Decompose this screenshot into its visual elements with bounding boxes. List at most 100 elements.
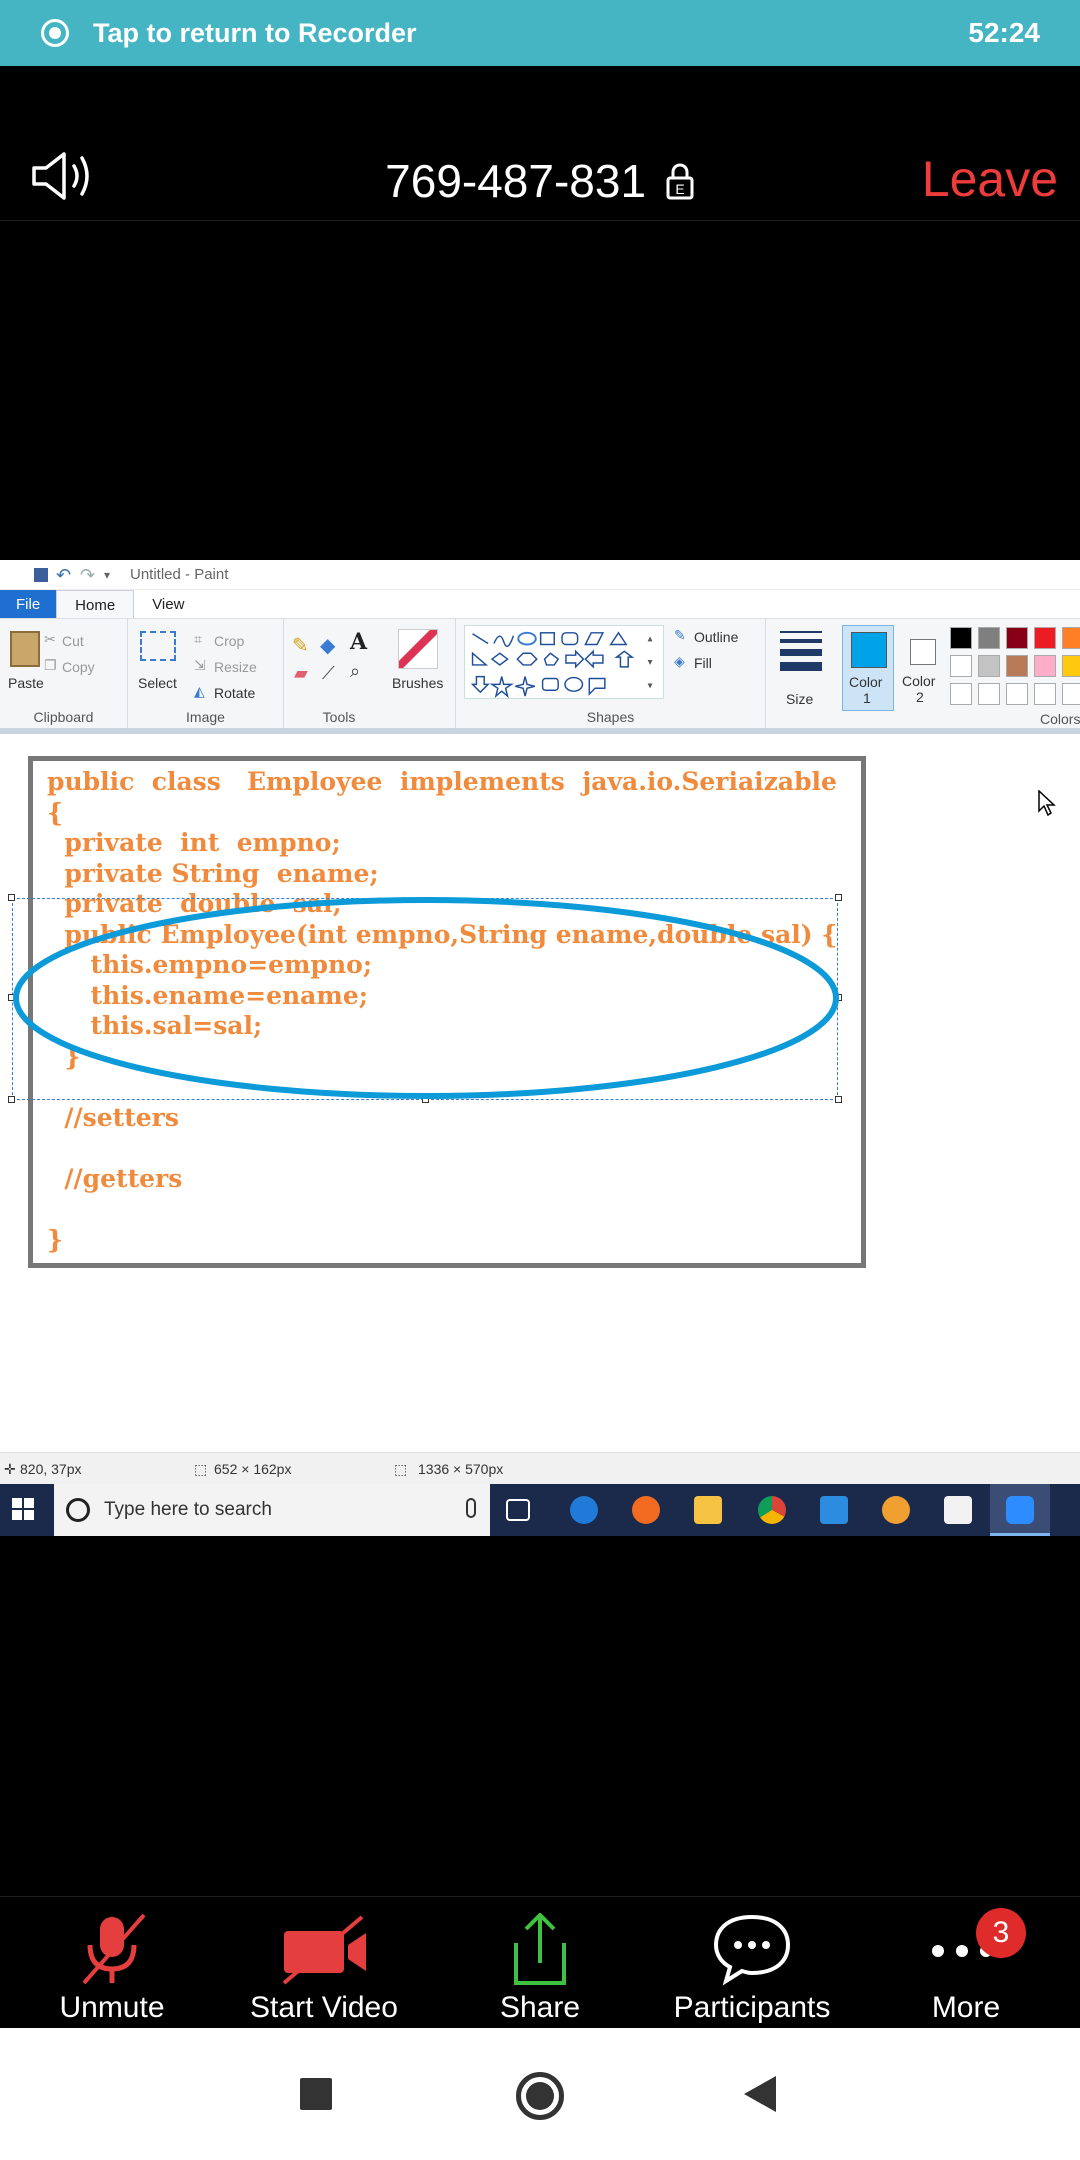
selection-size: 652 × 162px bbox=[214, 1461, 292, 1477]
share-button[interactable]: Share bbox=[432, 1897, 648, 2029]
pencil-icon[interactable]: ✎ bbox=[292, 633, 309, 658]
file-tab[interactable]: File bbox=[0, 590, 57, 618]
shapes-gallery[interactable]: ▴ ▾ ▾ bbox=[464, 625, 664, 699]
size-icon[interactable] bbox=[780, 631, 822, 671]
back-icon[interactable] bbox=[742, 2074, 778, 2114]
palette-swatch[interactable] bbox=[1006, 655, 1028, 677]
palette-swatch[interactable] bbox=[978, 655, 1000, 677]
cut-button[interactable]: Cut bbox=[62, 633, 84, 649]
recorder-banner[interactable]: Tap to return to Recorder 52:24 bbox=[0, 0, 1080, 66]
undo-icon[interactable]: ↶ bbox=[56, 566, 72, 584]
color1-button[interactable]: Color 1 bbox=[842, 625, 894, 711]
palette-swatch[interactable] bbox=[1034, 683, 1056, 705]
participants-label: Participants bbox=[673, 1991, 831, 2024]
palette-swatch[interactable] bbox=[1034, 627, 1056, 649]
zoom-taskbar-icon[interactable] bbox=[990, 1484, 1050, 1536]
palette-swatch[interactable] bbox=[1062, 627, 1080, 649]
palette-swatch[interactable] bbox=[1062, 655, 1080, 677]
palette-swatch[interactable] bbox=[1006, 627, 1028, 649]
palette-swatch[interactable] bbox=[1062, 683, 1080, 705]
mouse-pointer-icon bbox=[1038, 790, 1056, 816]
firefox-icon[interactable] bbox=[632, 1496, 660, 1524]
fill-dropdown[interactable]: Fill bbox=[694, 655, 712, 671]
svg-text:▾: ▾ bbox=[648, 680, 653, 691]
more-label: More bbox=[931, 1991, 1001, 2024]
status-time: 52:24 bbox=[968, 17, 1040, 48]
select-button[interactable]: Select bbox=[138, 675, 177, 691]
color2-button[interactable]: Color 2 bbox=[898, 625, 946, 711]
file-explorer-icon[interactable] bbox=[694, 1496, 722, 1524]
copy-button[interactable]: Copy bbox=[62, 659, 95, 675]
palette-swatch[interactable] bbox=[950, 627, 972, 649]
shapes-group: ▴ ▾ ▾ ✎ Outline ◈ Fill Shapes bbox=[456, 619, 766, 729]
participants-button[interactable]: Participants bbox=[644, 1897, 860, 2029]
resize-button[interactable]: Resize bbox=[214, 659, 257, 675]
color1-number: 1 bbox=[863, 690, 871, 706]
palette-swatch[interactable] bbox=[950, 655, 972, 677]
magnifier-icon[interactable]: ⌕ bbox=[350, 661, 360, 682]
paint-menu-bar: File Home View bbox=[0, 590, 1080, 618]
more-button[interactable]: More bbox=[858, 1897, 1074, 2029]
palette-swatch[interactable] bbox=[978, 627, 1000, 649]
cortana-icon bbox=[66, 1498, 90, 1522]
leave-button[interactable]: Leave bbox=[922, 150, 1058, 208]
selection-icon: ⬚ bbox=[194, 1461, 208, 1477]
palette-swatch[interactable] bbox=[1006, 683, 1028, 705]
color-palette bbox=[950, 627, 1080, 705]
zoom-meeting-screen: Tap to return to Recorder 52:24 769-487-… bbox=[0, 0, 1080, 2160]
home-tab[interactable]: Home bbox=[56, 590, 135, 618]
save-icon[interactable] bbox=[34, 567, 48, 582]
start-video-button[interactable]: Start Video bbox=[216, 1897, 432, 2029]
palette-swatch[interactable] bbox=[978, 683, 1000, 705]
brushes-icon[interactable] bbox=[398, 629, 438, 669]
home-icon[interactable] bbox=[516, 2072, 564, 2120]
quick-access-dropdown-icon[interactable]: ▾ bbox=[104, 567, 120, 583]
lock-letter: E bbox=[675, 181, 684, 197]
outline-dropdown[interactable]: Outline bbox=[694, 629, 738, 645]
color2-label: Color bbox=[902, 673, 936, 689]
view-tab[interactable]: View bbox=[134, 590, 202, 618]
text-tool-icon[interactable]: A bbox=[350, 629, 367, 655]
palette-swatch[interactable] bbox=[1034, 655, 1056, 677]
windows-start-icon[interactable] bbox=[12, 1498, 34, 1520]
crop-button[interactable]: Crop bbox=[214, 633, 244, 649]
rotate-button[interactable]: Rotate bbox=[214, 685, 255, 701]
taskbar-search-box[interactable]: Type here to search bbox=[54, 1484, 490, 1536]
brushes-button[interactable]: Brushes bbox=[392, 675, 443, 691]
paste-button[interactable]: Paste bbox=[8, 675, 44, 691]
edge-icon[interactable] bbox=[570, 1496, 598, 1524]
meeting-id-display[interactable]: 769-487-831 E bbox=[0, 154, 1080, 208]
clipboard-label: Clipboard bbox=[33, 709, 94, 725]
color1-label: Color bbox=[849, 674, 883, 690]
palette-swatch[interactable] bbox=[950, 683, 972, 705]
chrome-icon[interactable] bbox=[758, 1496, 786, 1524]
chat-bubble-icon bbox=[713, 1914, 791, 1986]
size-button[interactable]: Size bbox=[786, 691, 813, 707]
drawn-ellipse bbox=[13, 897, 839, 1099]
store-icon[interactable] bbox=[944, 1496, 972, 1524]
color-picker-icon[interactable]: ⟋ bbox=[322, 663, 335, 684]
color1-swatch bbox=[851, 632, 887, 668]
redo-icon[interactable]: ↷ bbox=[80, 566, 96, 584]
svg-text:▴: ▴ bbox=[648, 634, 653, 645]
recorder-banner-text: Tap to return to Recorder bbox=[93, 17, 417, 48]
microphone-icon[interactable] bbox=[466, 1498, 476, 1518]
unmute-button[interactable]: Unmute bbox=[4, 1897, 220, 2029]
more-dots-icon bbox=[932, 1945, 992, 1957]
eraser-icon[interactable]: ▰ bbox=[294, 663, 308, 684]
select-icon[interactable] bbox=[140, 631, 176, 661]
paste-icon[interactable] bbox=[10, 631, 40, 667]
share-label: Share bbox=[499, 1991, 581, 2024]
paint-status-bar: ✛ 820, 37px ⬚ 652 × 162px ⬚ 1336 × 570px bbox=[0, 1452, 1080, 1484]
paint-ribbon: Paste Cut Copy ✂ ❐ Clipboard Select Crop… bbox=[0, 618, 1080, 734]
paint-canvas[interactable]: public class Employee implements java.io… bbox=[0, 742, 1080, 1452]
crop-icon: ⌗ bbox=[194, 631, 202, 647]
brave-icon[interactable] bbox=[882, 1496, 910, 1524]
fill-bucket-icon[interactable]: ◆ bbox=[320, 633, 335, 658]
task-view-icon[interactable] bbox=[506, 1499, 530, 1521]
mail-icon[interactable] bbox=[820, 1496, 848, 1524]
meeting-id: 769-487-831 bbox=[385, 155, 647, 207]
image-group: Select Crop Resize Rotate ⌗ ⇲ ◭ Image bbox=[128, 619, 284, 729]
recents-icon[interactable] bbox=[300, 2078, 332, 2110]
shared-screen: ↶ ↷ ▾ Untitled - Paint File Home View Pa… bbox=[0, 560, 1080, 1536]
